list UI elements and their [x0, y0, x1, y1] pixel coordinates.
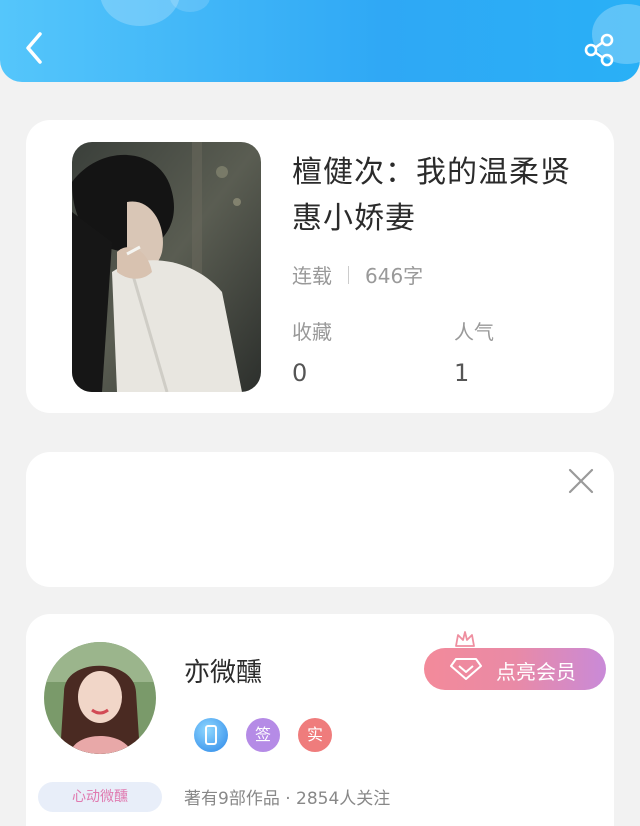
phone-verified-badge[interactable]: [194, 718, 228, 752]
real-name-badge[interactable]: 实: [298, 718, 332, 752]
author-tag: 心动微醺: [38, 782, 162, 812]
stat-favorites-label: 收藏: [292, 320, 332, 344]
book-info-card: 檀健次：我的温柔贤惠小娇妻 连载 646字 收藏 0 人气 1: [26, 120, 614, 413]
decor-bubble: [170, 0, 210, 12]
book-word-count: 646字: [365, 264, 424, 288]
book-cover-image[interactable]: [72, 142, 261, 392]
stat-favorites-value: 0: [292, 359, 308, 387]
meta-divider: [348, 265, 349, 284]
activate-vip-button[interactable]: 点亮会员: [424, 648, 606, 690]
book-status: 连载: [292, 264, 332, 288]
signed-author-badge[interactable]: 签: [246, 718, 280, 752]
author-card: 亦微醺 点亮会员 签 实 心动微醺 著有9部作品 · 2854人关注: [26, 614, 614, 826]
author-summary: 著有9部作品 · 2854人关注: [184, 789, 391, 809]
stat-popularity-value: 1: [454, 359, 470, 387]
decor-bubble: [100, 0, 180, 26]
book-meta: 连载 646字: [292, 260, 423, 289]
phone-icon: [205, 725, 217, 745]
share-button[interactable]: [582, 32, 618, 68]
author-name[interactable]: 亦微醺: [184, 652, 262, 689]
book-title: 檀健次：我的温柔贤惠小娇妻: [292, 155, 571, 236]
chevron-left-icon: [26, 32, 42, 64]
close-icon: [568, 468, 594, 494]
dismissable-card: [26, 452, 614, 587]
back-button[interactable]: [18, 30, 54, 66]
cover-illustration: [72, 142, 261, 392]
avatar-illustration: [44, 642, 156, 754]
share-icon: [584, 33, 614, 67]
crown-icon: [455, 631, 475, 650]
author-avatar[interactable]: [44, 642, 156, 754]
stat-popularity-label: 人气: [454, 320, 494, 344]
stat-popularity: 人气 1: [454, 316, 494, 387]
close-button[interactable]: [568, 468, 594, 494]
vip-button-label: 点亮会员: [496, 660, 576, 684]
top-header: [0, 0, 640, 82]
stat-favorites: 收藏 0: [292, 316, 332, 387]
diamond-icon: [450, 658, 482, 680]
